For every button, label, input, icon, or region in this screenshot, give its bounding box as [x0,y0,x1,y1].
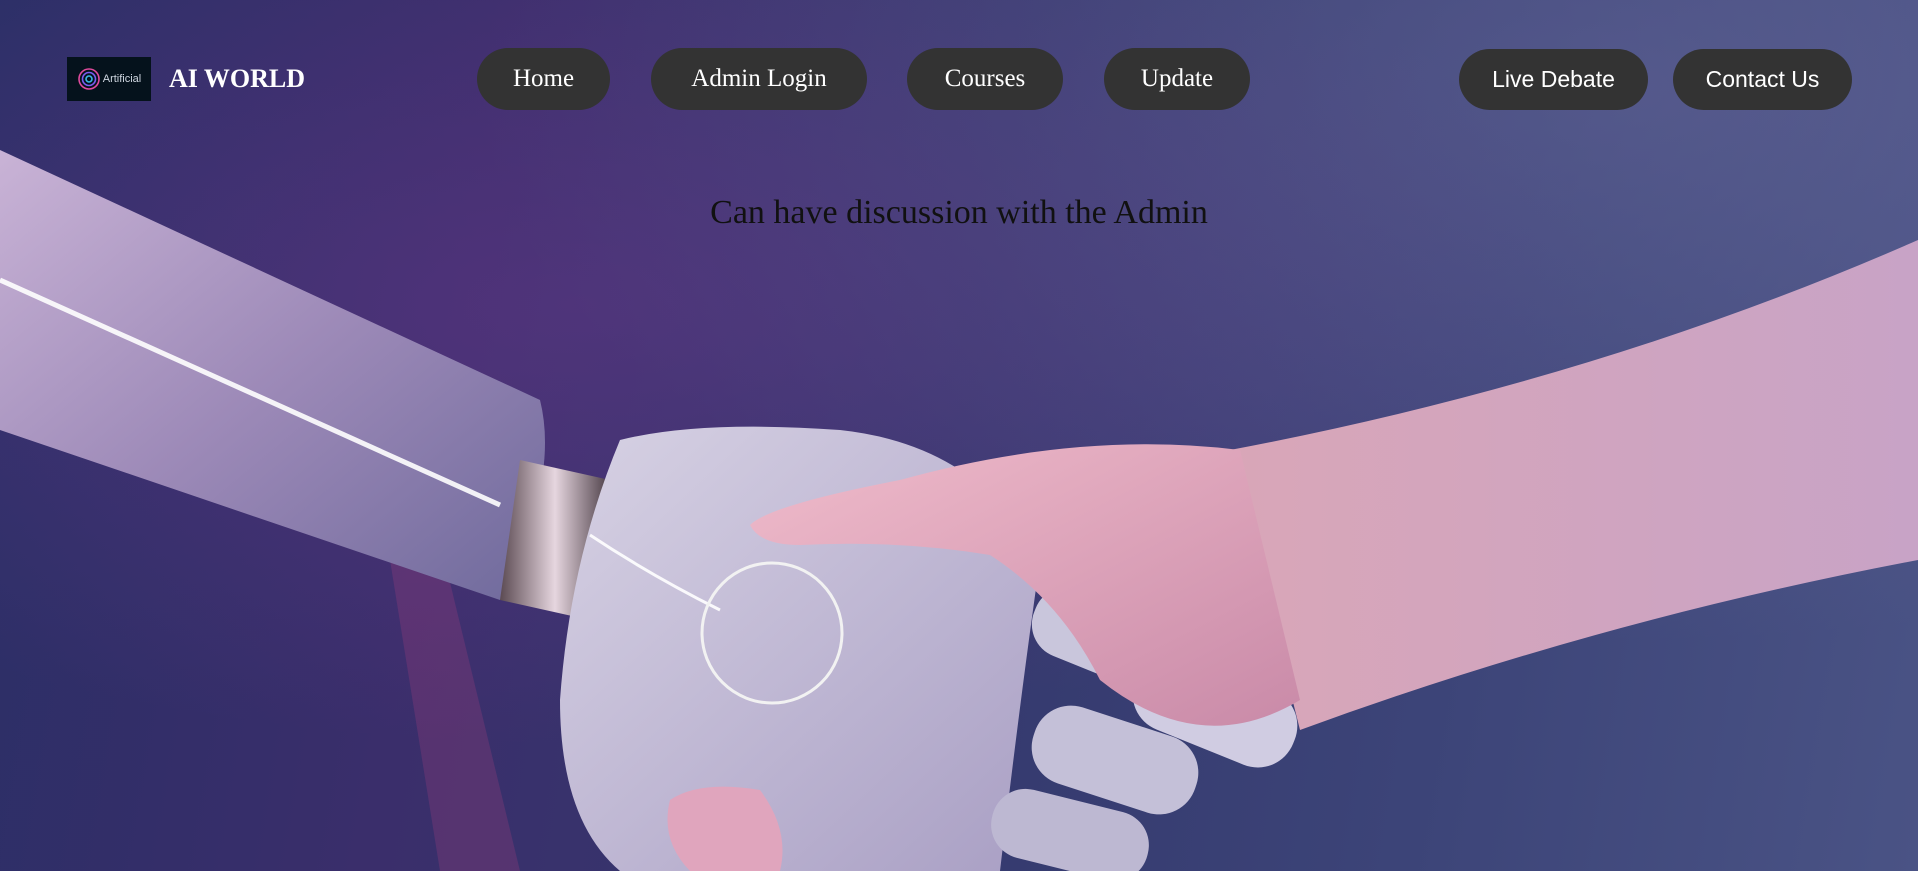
nav-admin-login-button[interactable]: Admin Login [651,48,867,110]
brand-logo-text: Artificial [102,72,142,85]
nav-live-debate-button[interactable]: Live Debate [1459,49,1648,110]
hero-subtitle: Can have discussion with the Admin [710,194,1208,231]
top-navbar: Artificial AI WORLD Home Admin Login Cou… [0,0,1918,160]
fingerprint-icon [77,68,100,90]
nav-update-button[interactable]: Update [1104,48,1250,110]
nav-home-button[interactable]: Home [477,48,610,110]
nav-contact-us-button[interactable]: Contact Us [1673,49,1852,110]
brand-name[interactable]: AI WORLD [169,62,305,96]
brand-logo[interactable]: Artificial [67,57,151,101]
nav-courses-button[interactable]: Courses [907,48,1063,110]
